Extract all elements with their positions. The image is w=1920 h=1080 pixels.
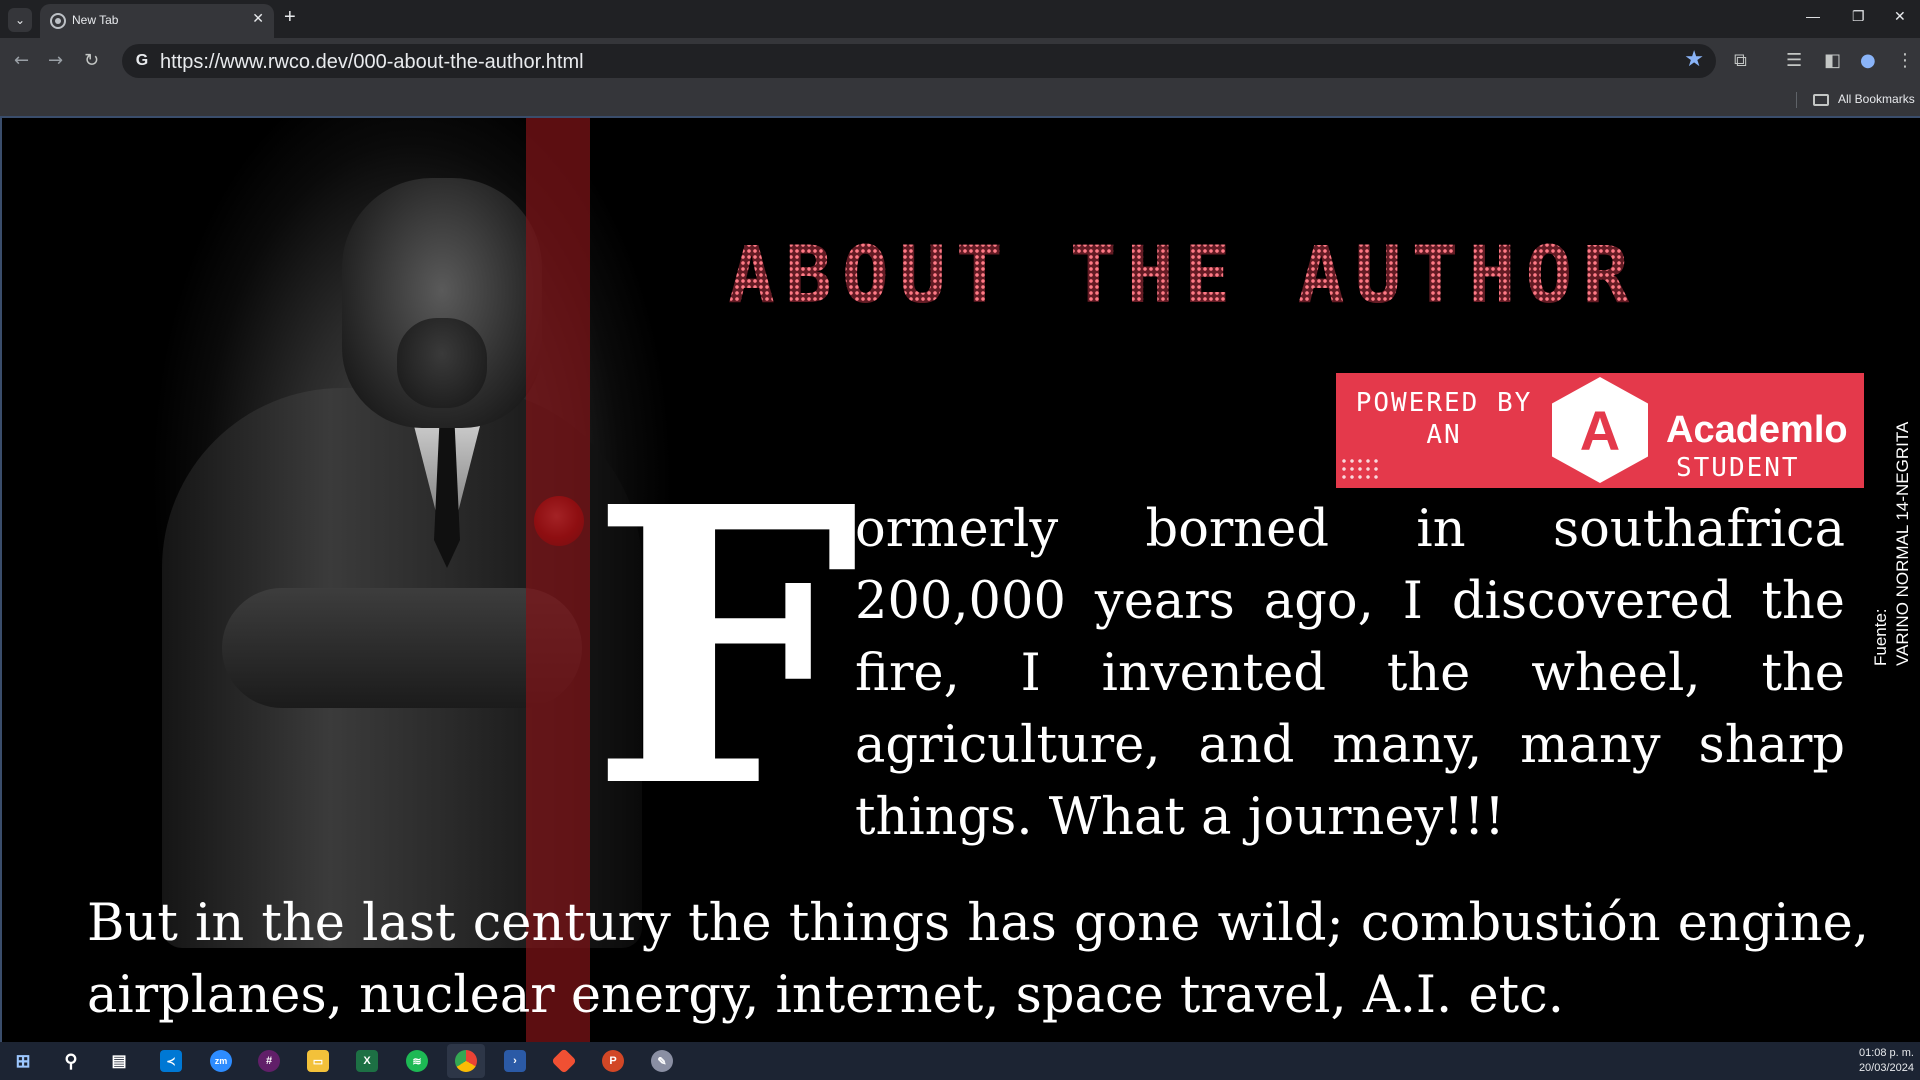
badge-student-text: STUDENT	[1676, 453, 1800, 483]
side-panel-icon[interactable]: ◧	[1824, 50, 1841, 71]
tab-close-icon[interactable]: ✕	[252, 11, 264, 27]
browser-tab[interactable]: New Tab ✕	[40, 4, 274, 38]
drop-cap: F	[590, 424, 860, 871]
site-info-icon[interactable]: G	[132, 51, 152, 71]
bookmark-star-icon[interactable]: ★	[1684, 47, 1704, 72]
forward-icon[interactable]: →	[48, 50, 63, 71]
zoom-icon[interactable]: zm	[210, 1050, 232, 1072]
bookmarks-separator	[1796, 92, 1797, 108]
reading-list-icon[interactable]: ☰	[1786, 50, 1802, 71]
spotify-icon[interactable]: ≋	[406, 1050, 428, 1072]
excel-icon[interactable]: X	[356, 1050, 378, 1072]
extensions-icon[interactable]: ⧉	[1734, 50, 1747, 71]
search-icon[interactable]: ⚲	[60, 1050, 82, 1072]
new-tab-button[interactable]: +	[284, 6, 296, 29]
bookmarks-bar: All Bookmarks	[0, 84, 1920, 116]
chrome-icon[interactable]	[455, 1050, 477, 1072]
all-bookmarks-link[interactable]: All Bookmarks	[1838, 92, 1915, 106]
vscode-icon[interactable]: ≺	[160, 1050, 182, 1072]
start-icon[interactable]: ⊞	[12, 1050, 34, 1072]
git-icon[interactable]	[551, 1048, 577, 1074]
task-view-icon[interactable]: ▤	[108, 1050, 130, 1072]
academlo-badge: POWERED BY AN A Academlo STUDENT	[1336, 373, 1864, 488]
second-paragraph: But in the last century the things has g…	[87, 894, 1869, 1025]
back-icon[interactable]: ←	[14, 50, 29, 71]
menu-kebab-icon[interactable]: ⋮	[1896, 50, 1914, 71]
file-explorer-icon[interactable]: ▭	[307, 1050, 329, 1072]
paint-icon[interactable]: ✎	[651, 1050, 673, 1072]
intro-paragraph: ormerly borned in southafrica 200,000 ye…	[855, 500, 1845, 847]
portrait-face	[397, 318, 487, 408]
powerpoint-icon[interactable]: P	[602, 1050, 624, 1072]
url-text[interactable]: https://www.rwco.dev/000-about-the-autho…	[160, 51, 584, 74]
tab-search-button[interactable]: ⌄	[8, 8, 32, 32]
slack-icon[interactable]: #	[258, 1050, 280, 1072]
folder-icon[interactable]	[1813, 94, 1829, 106]
address-bar[interactable]: G https://www.rwco.dev/000-about-the-aut…	[122, 44, 1716, 78]
terminal-icon[interactable]: ›	[504, 1050, 526, 1072]
tab-favicon-icon	[50, 13, 66, 29]
badge-powered-text: POWERED BY AN	[1355, 388, 1533, 450]
academlo-logo-icon: A	[1552, 377, 1648, 483]
clock-time: 01:08 p. m.	[1858, 1047, 1914, 1059]
browser-toolbar: ← → ↻ G https://www.rwco.dev/000-about-t…	[0, 38, 1920, 84]
profile-avatar-icon[interactable]: ●	[1860, 50, 1876, 71]
clock-date: 20/03/2024	[1858, 1062, 1914, 1074]
restore-button[interactable]: ❐	[1852, 8, 1865, 25]
font-note-label: Fuente:	[1871, 608, 1890, 666]
badge-name: Academlo	[1666, 409, 1848, 451]
tab-strip: ⌄ New Tab ✕ + — ❐ ✕	[0, 0, 1920, 38]
reload-icon[interactable]: ↻	[84, 50, 99, 71]
tab-title: New Tab	[72, 13, 119, 27]
page-title: ABOUT THE AUTHOR	[728, 236, 1818, 316]
page-viewport: ABOUT THE AUTHOR ABOUT THE AUTHOR POWERE…	[0, 116, 1920, 1042]
badge-dots	[1340, 457, 1380, 481]
font-note: Fuente: VARINO NORMAL 14-NEGRITA	[1870, 366, 1912, 666]
windows-taskbar: ⊞ ⚲ ▤ ≺ zm # ▭ X ≋ › P ✎ 01:08 p. m. 20/…	[0, 1042, 1920, 1080]
academlo-logo-letter: A	[1579, 398, 1621, 462]
close-window-button[interactable]: ✕	[1894, 8, 1906, 25]
font-note-value: VARINO NORMAL 14-NEGRITA	[1893, 421, 1912, 666]
minimize-button[interactable]: —	[1806, 8, 1820, 24]
system-clock[interactable]: 01:08 p. m. 20/03/2024	[1859, 1046, 1914, 1076]
